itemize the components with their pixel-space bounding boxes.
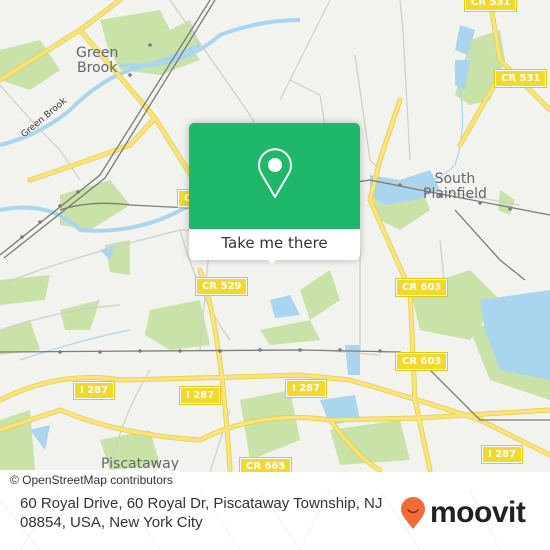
road-shield-cr-665: CR 665 xyxy=(238,457,293,472)
moovit-logo[interactable]: moovit xyxy=(400,493,526,533)
place-label-green-brook: Green Brook xyxy=(76,45,119,76)
location-popup: Take me there xyxy=(189,123,360,264)
moovit-wordmark: moovit xyxy=(430,496,526,529)
road-shield-cr-529: CR 529 xyxy=(194,277,249,296)
map-pin-icon xyxy=(258,148,292,198)
road-shield-cr-603-a: CR 603 xyxy=(394,278,449,297)
popup-header xyxy=(189,123,360,229)
road-shield-i-287-d: I 287 xyxy=(480,445,524,464)
road-shield-cr-531-top: CR 531 xyxy=(463,0,518,12)
road-shield-i-287-a: I 287 xyxy=(72,381,116,400)
road-shield-i-287-c: I 287 xyxy=(284,379,328,398)
address-text: 60 Royal Drive, 60 Royal Dr, Piscataway … xyxy=(20,495,383,531)
footer: 60 Royal Drive, 60 Royal Dr, Piscataway … xyxy=(0,490,550,550)
popup-pointer xyxy=(265,256,279,264)
place-label-south-plainfield: South Plainfield xyxy=(423,171,487,202)
road-shield-i-287-b: I 287 xyxy=(178,386,222,405)
map-attribution[interactable]: © OpenStreetMap contributors xyxy=(0,470,179,490)
map[interactable]: Green Brook South Plainfield Piscataway … xyxy=(0,0,550,472)
moovit-pin-icon xyxy=(401,497,425,529)
road-shield-cr-531: CR 531 xyxy=(493,69,548,88)
road-shield-cr-603-b: CR 603 xyxy=(394,352,449,371)
